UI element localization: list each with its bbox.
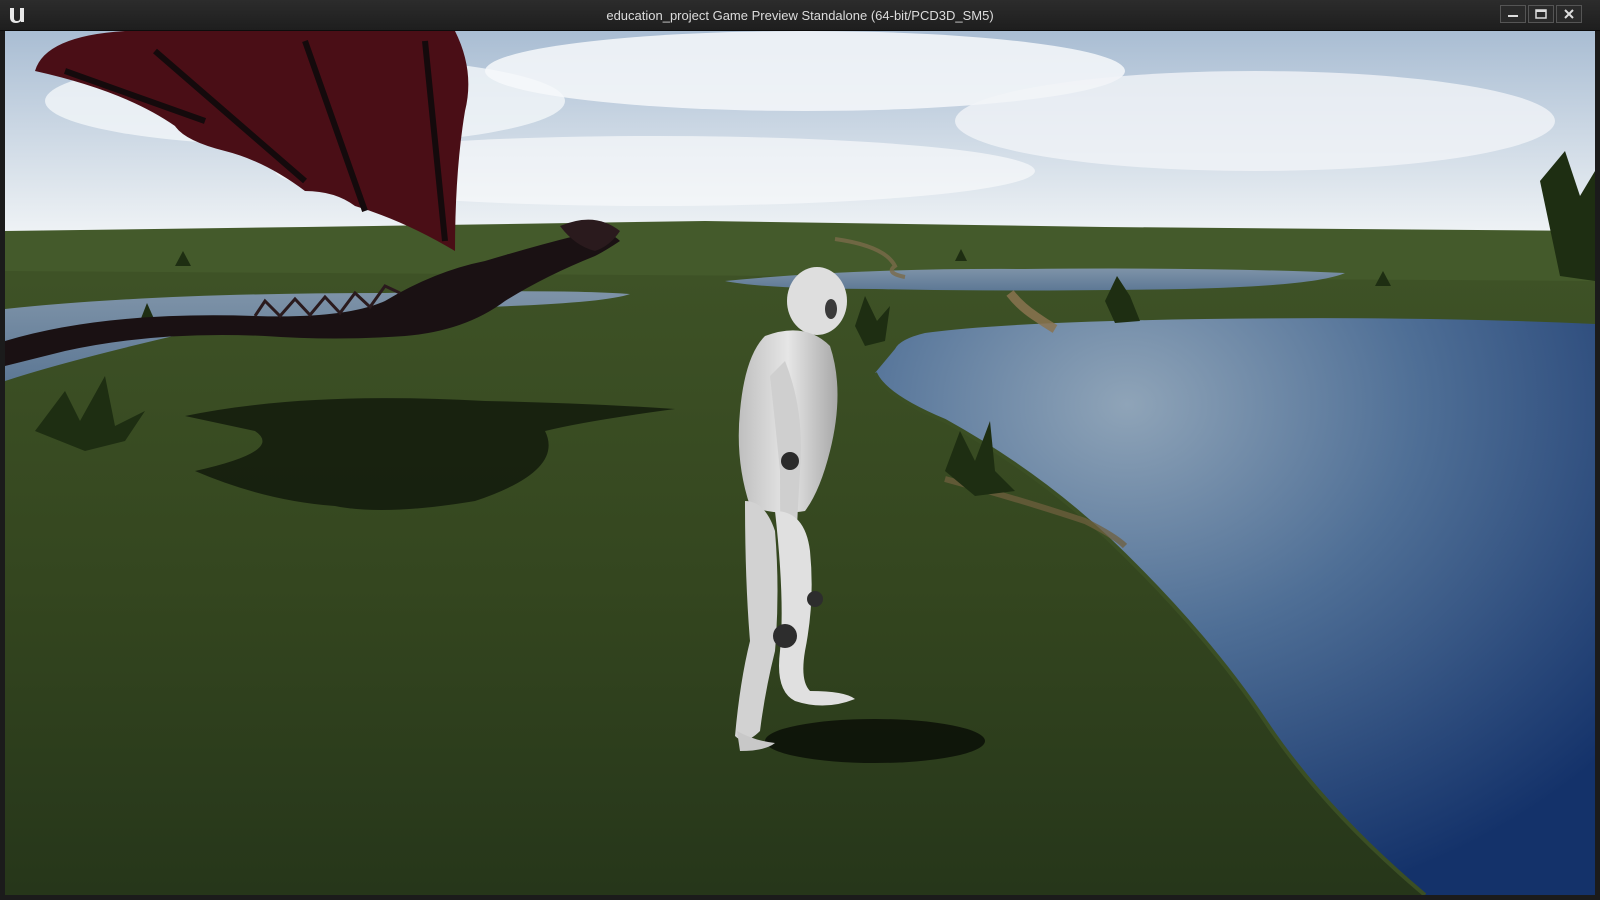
minimize-icon xyxy=(1508,15,1518,17)
game-window: education_project Game Preview Standalon… xyxy=(0,0,1600,900)
character-head xyxy=(787,267,847,335)
maximize-button[interactable] xyxy=(1528,5,1554,23)
character-shadow xyxy=(765,719,985,763)
close-button[interactable] xyxy=(1556,5,1582,23)
close-icon xyxy=(1564,9,1574,19)
title-bar[interactable]: education_project Game Preview Standalon… xyxy=(0,0,1600,31)
game-viewport[interactable] xyxy=(5,31,1595,895)
minimize-button[interactable] xyxy=(1500,5,1526,23)
cloud xyxy=(955,71,1555,171)
maximize-icon xyxy=(1535,9,1547,19)
game-scene xyxy=(5,31,1595,895)
window-title: education_project Game Preview Standalon… xyxy=(606,8,994,23)
